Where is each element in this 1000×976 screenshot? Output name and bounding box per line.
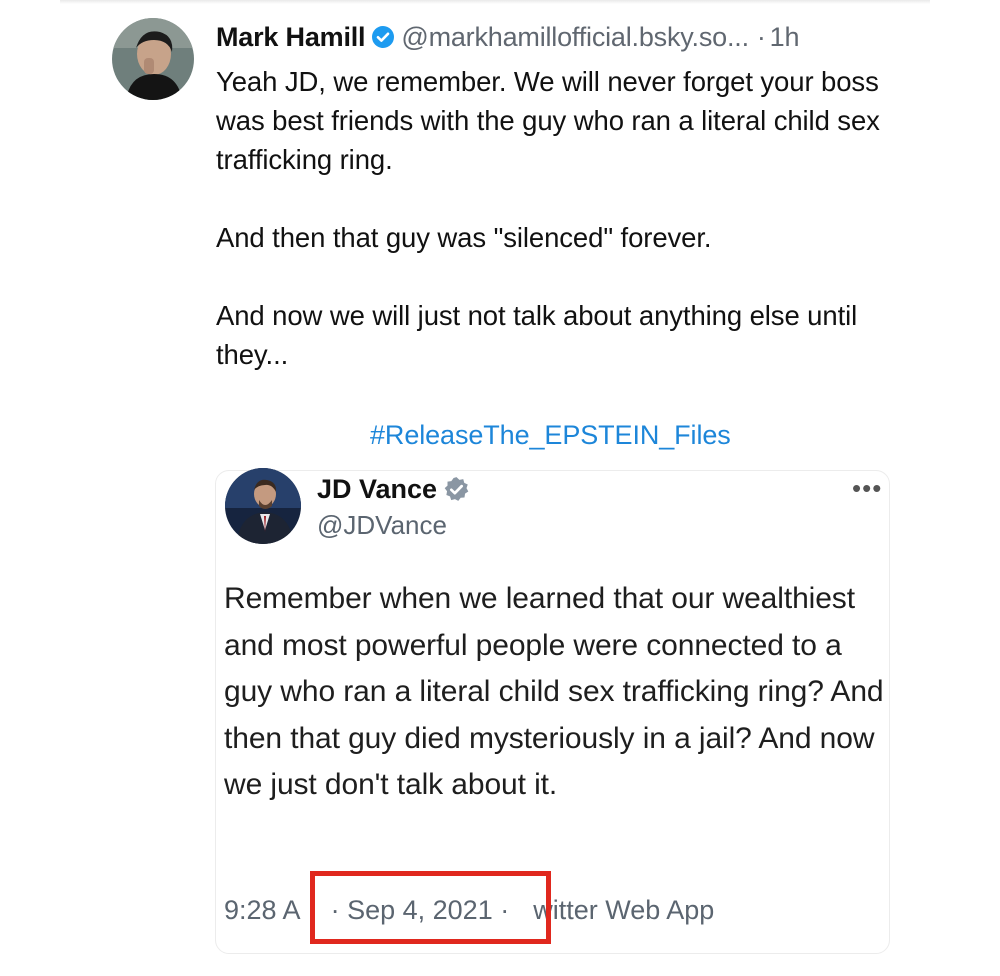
quoted-author-row: JD Vance: [317, 470, 470, 508]
verified-badge-icon: [371, 25, 395, 49]
more-horizontal-icon[interactable]: •••: [852, 475, 882, 501]
hashtag-link[interactable]: #ReleaseThe_EPSTEIN_Files: [370, 416, 731, 455]
post-paragraph: And then that guy was "silenced" forever…: [216, 222, 712, 253]
quoted-tweet-text: Remember when we learned that our wealth…: [224, 582, 884, 801]
date-highlight-box: [310, 871, 551, 944]
author-name[interactable]: Mark Hamill: [216, 22, 366, 53]
tweet-client: witter Web App: [533, 894, 715, 925]
header-separator: ·: [756, 21, 766, 52]
scroll-edge: [60, 0, 930, 4]
verified-badge-icon: [443, 476, 470, 503]
quoted-author-name[interactable]: JD Vance: [317, 474, 437, 505]
tweet-time[interactable]: 9:28 A: [224, 895, 301, 926]
post-age[interactable]: 1h: [770, 22, 800, 53]
post-paragraph: And now we will just not talk about anyt…: [216, 300, 858, 370]
avatar-mark-hamill[interactable]: [112, 18, 194, 100]
avatar-jd-vance[interactable]: [225, 468, 301, 544]
post-text: Yeah JD, we remember. We will never forg…: [216, 62, 916, 374]
quoted-author-handle[interactable]: @JDVance: [317, 510, 447, 541]
post-paragraph: Yeah JD, we remember. We will never forg…: [216, 66, 880, 175]
post-header: Mark Hamill @markhamillofficial.bsky.so.…: [216, 17, 800, 57]
author-handle[interactable]: @markhamillofficial.bsky.so...: [401, 22, 749, 53]
